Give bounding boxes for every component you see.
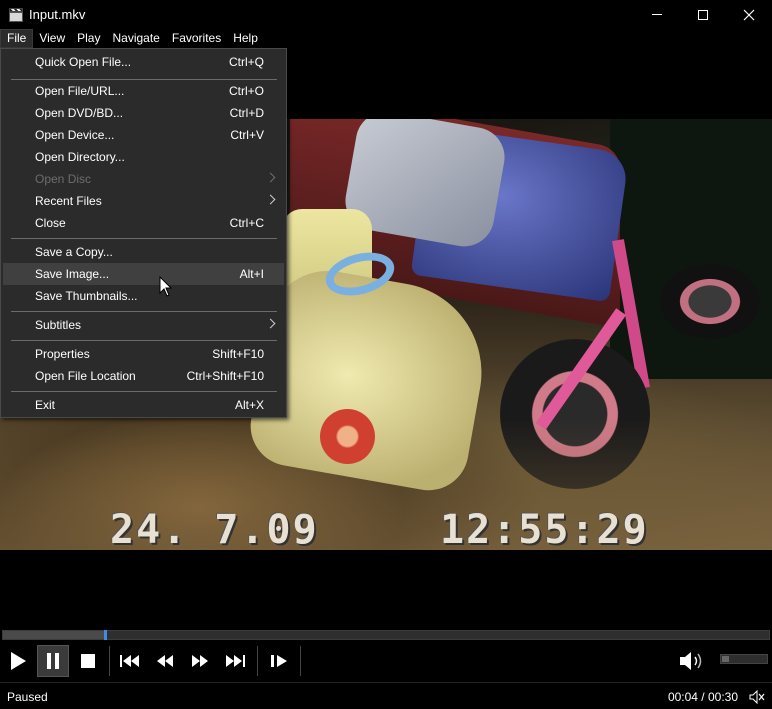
seek-progress	[3, 631, 106, 639]
menu-view[interactable]: View	[33, 29, 71, 48]
control-divider	[109, 646, 110, 676]
maximize-icon	[698, 9, 708, 20]
fast-forward-button[interactable]	[184, 645, 216, 677]
volume-button[interactable]	[676, 645, 708, 677]
menu-item-exit[interactable]: Exit Alt+X	[3, 394, 284, 416]
video-time-overlay: 12:55:29	[440, 507, 649, 550]
file-menu-dropdown: Quick Open File... Ctrl+Q Open File/URL.…	[0, 48, 287, 418]
playback-state: Paused	[7, 690, 48, 704]
rewind-icon	[157, 655, 173, 667]
fast-forward-icon	[192, 655, 208, 667]
menu-file[interactable]: File	[0, 29, 34, 48]
submenu-arrow-icon	[265, 318, 276, 329]
close-icon	[743, 9, 755, 20]
menu-item-open-file-url[interactable]: Open File/URL... Ctrl+O	[3, 80, 284, 102]
menu-play[interactable]: Play	[71, 29, 106, 48]
menu-favorites[interactable]: Favorites	[166, 29, 227, 48]
minimize-icon	[652, 14, 662, 15]
menu-item-subtitles[interactable]: Subtitles	[3, 314, 284, 336]
menu-item-open-directory[interactable]: Open Directory...	[3, 146, 284, 168]
skip-back-icon	[120, 655, 139, 667]
minimize-button[interactable]	[634, 0, 680, 29]
submenu-arrow-icon	[265, 194, 276, 205]
menu-item-save-copy[interactable]: Save a Copy...	[3, 241, 284, 263]
menu-separator	[11, 311, 277, 312]
seek-bar[interactable]	[0, 626, 772, 642]
window-title: Input.mkv	[29, 7, 86, 22]
menu-separator	[11, 340, 277, 341]
play-button[interactable]	[2, 645, 34, 677]
control-divider	[257, 646, 258, 676]
clapperboard-icon	[8, 7, 24, 23]
play-icon	[11, 652, 26, 670]
menu-separator	[11, 391, 277, 392]
mute-icon[interactable]	[749, 690, 765, 704]
playback-controls	[0, 642, 772, 682]
menu-item-close[interactable]: Close Ctrl+C	[3, 212, 284, 234]
menu-item-save-thumbnails[interactable]: Save Thumbnails...	[3, 285, 284, 307]
menu-item-open-disc: Open Disc	[3, 168, 284, 190]
menu-item-save-image[interactable]: Save Image... Alt+I	[3, 263, 284, 285]
stop-icon	[81, 654, 95, 668]
mouse-cursor-icon	[159, 276, 173, 297]
maximize-button[interactable]	[680, 0, 726, 29]
volume-slider[interactable]	[720, 654, 768, 664]
title-bar: Input.mkv	[0, 0, 772, 29]
skip-forward-button[interactable]	[219, 645, 251, 677]
menu-bar: File View Play Navigate Favorites Help	[0, 29, 772, 48]
frame-step-icon	[271, 655, 287, 667]
status-bar: Paused 00:04 / 00:30	[0, 682, 772, 709]
menu-item-properties[interactable]: Properties Shift+F10	[3, 343, 284, 365]
seek-track[interactable]	[2, 630, 770, 640]
menu-item-open-file-location[interactable]: Open File Location Ctrl+Shift+F10	[3, 365, 284, 387]
menu-item-recent-files[interactable]: Recent Files	[3, 190, 284, 212]
menu-item-quick-open[interactable]: Quick Open File... Ctrl+Q	[3, 51, 284, 73]
skip-forward-icon	[226, 655, 245, 667]
frame-step-button[interactable]	[263, 645, 295, 677]
submenu-arrow-icon	[265, 172, 276, 183]
seek-handle[interactable]	[104, 630, 108, 640]
stop-button[interactable]	[72, 645, 104, 677]
menu-navigate[interactable]: Navigate	[106, 29, 165, 48]
menu-help[interactable]: Help	[227, 29, 264, 48]
playback-time: 00:04 / 00:30	[667, 690, 738, 704]
skip-back-button[interactable]	[114, 645, 146, 677]
menu-separator	[11, 238, 277, 239]
volume-level	[722, 656, 729, 662]
menu-item-open-dvd-bd[interactable]: Open DVD/BD... Ctrl+D	[3, 102, 284, 124]
menu-item-open-device[interactable]: Open Device... Ctrl+V	[3, 124, 284, 146]
close-button[interactable]	[726, 0, 772, 29]
volume-icon	[680, 652, 702, 670]
pause-icon	[47, 653, 59, 669]
control-divider	[300, 646, 301, 676]
pause-button[interactable]	[37, 645, 69, 677]
video-date-overlay: 24. 7.09	[110, 507, 319, 550]
rewind-button[interactable]	[149, 645, 181, 677]
